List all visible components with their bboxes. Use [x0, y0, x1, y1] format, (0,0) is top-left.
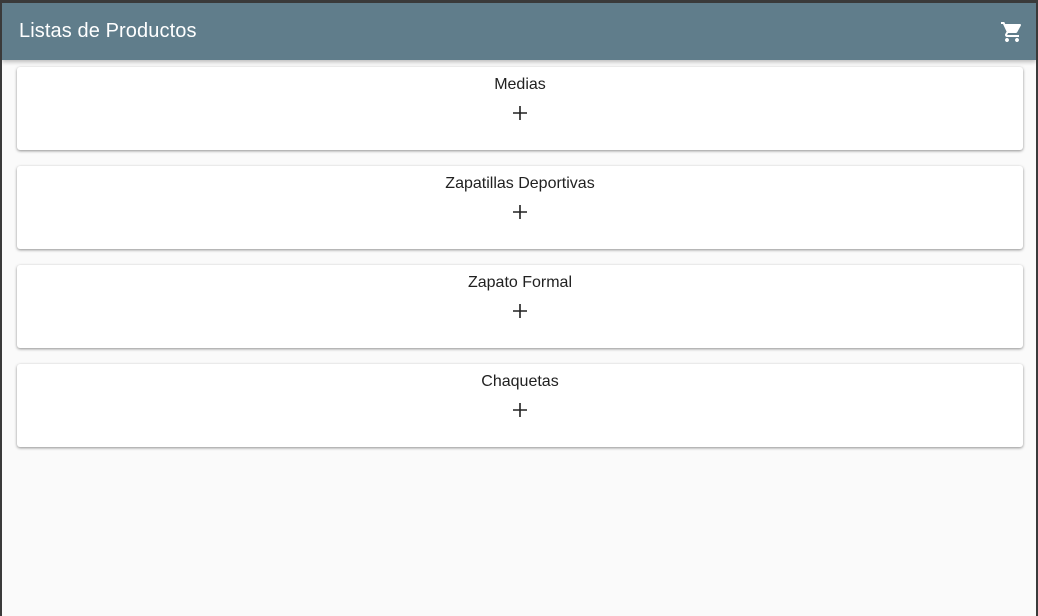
product-card-chaquetas: Chaquetas — [17, 364, 1023, 447]
product-card-medias: Medias — [17, 67, 1023, 150]
plus-icon — [513, 205, 527, 219]
product-label: Chaquetas — [481, 373, 559, 390]
app-bar: Listas de Productos — [2, 3, 1036, 60]
product-label: Zapatillas Deportivas — [445, 175, 595, 192]
product-card-zapato-formal: Zapato Formal — [17, 265, 1023, 348]
plus-icon — [513, 106, 527, 120]
product-card-zapatillas-deportivas: Zapatillas Deportivas — [17, 166, 1023, 249]
page-title: Listas de Productos — [19, 20, 197, 42]
cart-button[interactable] — [998, 18, 1026, 46]
product-list: Medias Zapatillas Deportivas Zapato Form… — [2, 60, 1036, 447]
product-label: Zapato Formal — [467, 274, 573, 291]
product-label: Medias — [494, 76, 546, 93]
add-button[interactable] — [510, 400, 530, 420]
plus-icon — [513, 304, 527, 318]
add-button[interactable] — [510, 202, 530, 222]
add-button[interactable] — [510, 301, 530, 321]
add-button[interactable] — [510, 103, 530, 123]
plus-icon — [513, 403, 527, 417]
shopping-cart-icon — [1001, 21, 1022, 42]
app-window: Listas de Productos Medias Zapatillas De… — [2, 3, 1036, 616]
